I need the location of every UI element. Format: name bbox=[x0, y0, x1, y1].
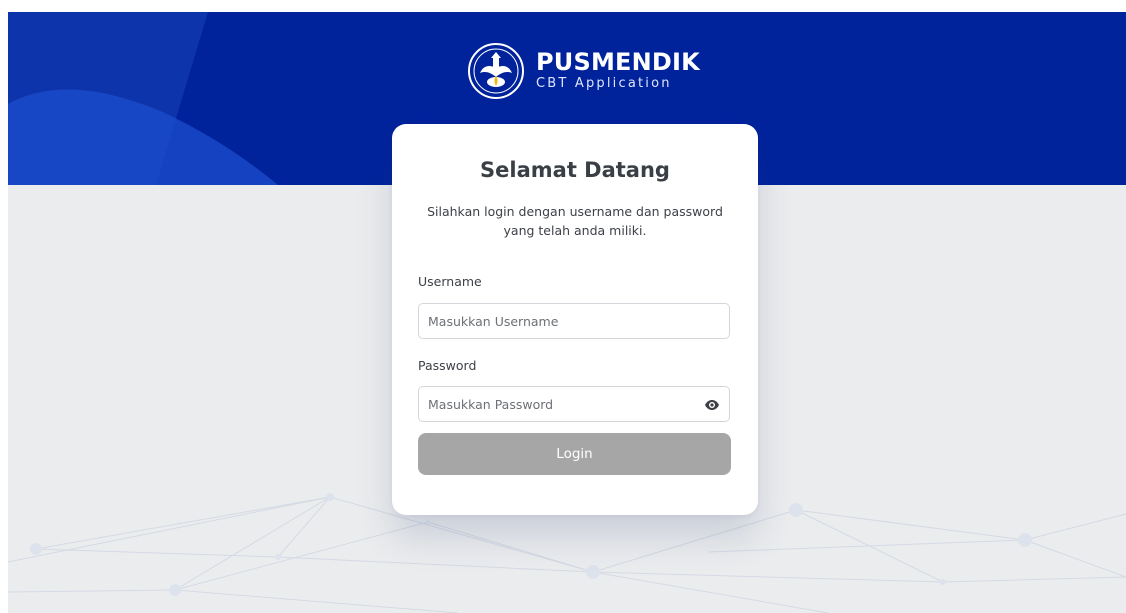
username-label: Username bbox=[418, 274, 482, 289]
login-button[interactable]: Login bbox=[418, 433, 731, 475]
login-card: Selamat Datang Silahkan login dengan use… bbox=[392, 124, 758, 515]
page-frame: PUSMENDIK CBT Application Selamat Datang… bbox=[8, 12, 1126, 613]
password-field bbox=[418, 386, 730, 422]
eye-icon[interactable] bbox=[704, 397, 720, 413]
username-field bbox=[418, 303, 730, 339]
password-label: Password bbox=[418, 358, 477, 373]
login-title: Selamat Datang bbox=[480, 158, 670, 182]
brand-text: PUSMENDIK CBT Application bbox=[536, 49, 700, 93]
username-input[interactable] bbox=[419, 304, 729, 338]
login-subtitle: Silahkan login dengan username dan passw… bbox=[427, 204, 723, 238]
tut-wuri-handayani-emblem-icon bbox=[468, 43, 524, 99]
brand-subtitle: CBT Application bbox=[536, 76, 672, 91]
password-input[interactable] bbox=[419, 387, 729, 421]
brand-logo: PUSMENDIK CBT Application bbox=[467, 40, 700, 102]
brand-title: PUSMENDIK bbox=[536, 48, 700, 76]
